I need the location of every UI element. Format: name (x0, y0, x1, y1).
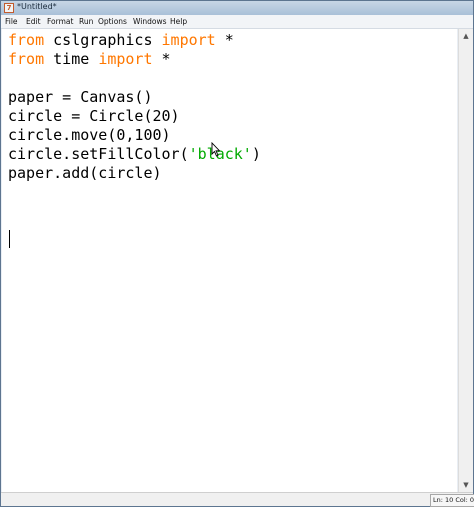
mouse-pointer-icon (211, 142, 221, 157)
scroll-down-icon[interactable]: ▼ (459, 478, 473, 492)
menu-file[interactable]: File (5, 16, 18, 27)
menu-windows[interactable]: Windows (133, 16, 166, 27)
code-token: paper = Canvas() (8, 88, 153, 106)
code-token: circle.move(0,100) (8, 126, 171, 144)
code-token: cslgraphics (44, 31, 162, 49)
code-token: ) (251, 145, 261, 163)
menu-help[interactable]: Help (170, 16, 187, 27)
code-token: circle = Circle(20) (8, 107, 180, 125)
code-line[interactable] (8, 69, 261, 88)
code-keyword: from (8, 31, 45, 49)
code-keyword: import (161, 31, 216, 49)
code-line[interactable]: paper = Canvas() (8, 88, 261, 107)
vertical-scrollbar[interactable]: ▲ ▼ (458, 29, 473, 492)
code-token: circle.setFillColor( (8, 145, 189, 163)
idle-icon[interactable]: 7 (4, 3, 14, 13)
title-bar[interactable]: 7 *Untitled* (1, 1, 473, 15)
menu-bar: File Edit Format Run Options Windows Hel… (1, 15, 473, 29)
code-line[interactable]: from time import * (8, 50, 261, 69)
code-editor[interactable]: from cslgraphics import * from time impor… (2, 29, 457, 492)
editor-window: 7 *Untitled* File Edit Format Run Option… (0, 0, 474, 507)
code-line[interactable] (8, 202, 261, 221)
code-line[interactable]: circle = Circle(20) (8, 107, 261, 126)
code-line[interactable]: paper.add(circle) (8, 164, 261, 183)
code-keyword: from (8, 50, 45, 68)
code-line[interactable]: circle.move(0,100) (8, 126, 261, 145)
status-bar: Ln: 10 Col: 0 (1, 492, 474, 507)
menu-edit[interactable]: Edit (26, 16, 41, 27)
code-text[interactable]: from cslgraphics import * from time impor… (8, 31, 261, 221)
code-token: paper.add(circle) (8, 164, 162, 182)
scroll-up-icon[interactable]: ▲ (459, 29, 473, 43)
menu-run[interactable]: Run (79, 16, 93, 27)
code-keyword: import (98, 50, 153, 68)
code-token: * (215, 31, 234, 49)
code-token: * (152, 50, 171, 68)
menu-format[interactable]: Format (47, 16, 73, 27)
code-token: time (44, 50, 99, 68)
cursor-position: Ln: 10 Col: 0 (430, 494, 474, 507)
code-line[interactable] (8, 183, 261, 202)
code-line[interactable]: from cslgraphics import * (8, 31, 261, 50)
window-title: *Untitled* (17, 2, 57, 11)
text-cursor (9, 230, 10, 248)
menu-options[interactable]: Options (98, 16, 127, 27)
code-line[interactable]: circle.setFillColor('black') (8, 145, 261, 164)
